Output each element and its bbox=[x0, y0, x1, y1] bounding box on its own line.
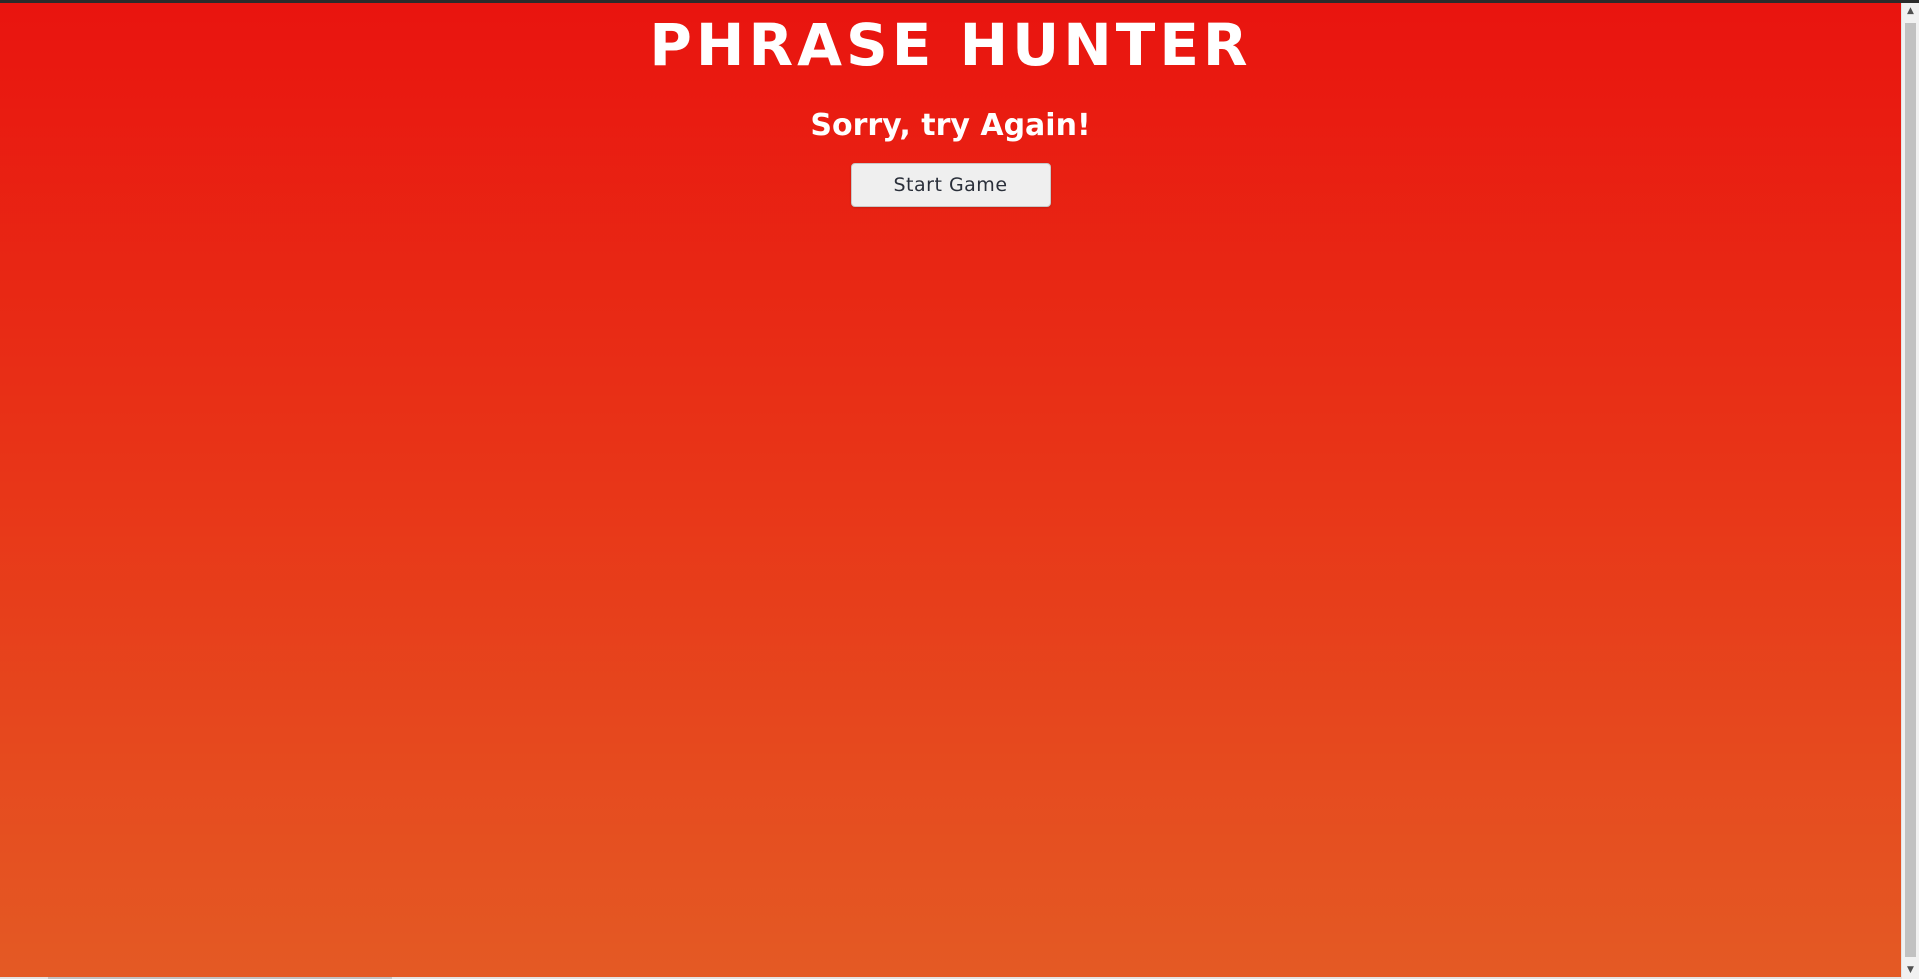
start-game-button[interactable]: Start Game bbox=[850, 163, 1051, 207]
browser-viewport: PHRASE HUNTER Sorry, try Again! Start Ga… bbox=[0, 0, 1919, 979]
scroll-up-icon[interactable]: ▲ bbox=[1902, 3, 1919, 20]
game-over-message: Sorry, try Again! bbox=[810, 108, 1091, 143]
vertical-scrollbar[interactable]: ▲ ▼ bbox=[1901, 3, 1919, 979]
scroll-down-icon[interactable]: ▼ bbox=[1902, 962, 1919, 979]
start-overlay: PHRASE HUNTER Sorry, try Again! Start Ga… bbox=[0, 3, 1901, 979]
game-title: PHRASE HUNTER bbox=[649, 11, 1252, 79]
vertical-scroll-thumb[interactable] bbox=[1905, 23, 1916, 957]
